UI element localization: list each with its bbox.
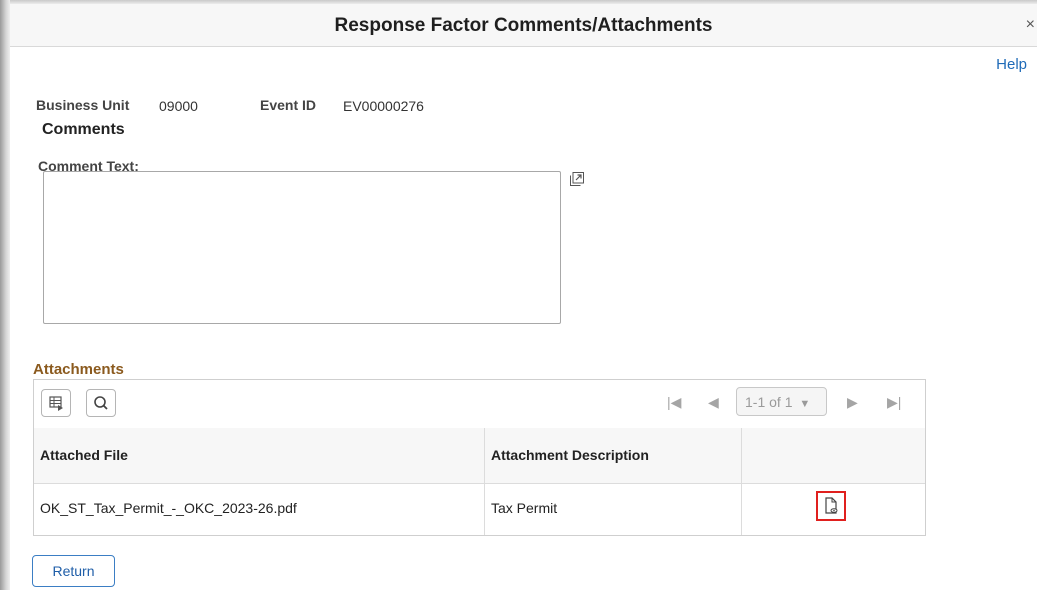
- attachment-description-value: Tax Permit: [491, 500, 558, 516]
- business-unit-value: 09000: [159, 98, 198, 114]
- view-attachment-button[interactable]: [816, 491, 846, 521]
- column-divider: [741, 428, 742, 535]
- first-page-icon[interactable]: |◀: [667, 394, 681, 411]
- modal-header: Response Factor Comments/Attachments ×: [10, 4, 1037, 47]
- table-cell-description: Tax Permit: [485, 484, 741, 535]
- column-header-action: [741, 428, 925, 484]
- business-unit-label: Business Unit: [36, 97, 130, 113]
- prev-page-icon[interactable]: ◀: [708, 394, 719, 411]
- event-id-label: Event ID: [260, 97, 317, 113]
- page-range-select[interactable]: 1-1 of 1 ▼: [736, 387, 827, 416]
- table-row: OK_ST_Tax_Permit_-_OKC_2023-26.pdf: [34, 484, 485, 535]
- attachments-section-title: Attachments: [33, 361, 124, 378]
- next-page-icon[interactable]: ▶: [847, 394, 858, 411]
- close-button[interactable]: ×: [1026, 16, 1035, 34]
- chevron-down-icon: ▼: [799, 398, 811, 410]
- expand-textarea-icon[interactable]: [570, 172, 584, 186]
- return-button[interactable]: Return: [32, 555, 115, 587]
- modal-title: Response Factor Comments/Attachments: [334, 15, 713, 36]
- find-in-grid-button[interactable]: [86, 389, 116, 417]
- comment-text-input[interactable]: [43, 171, 561, 324]
- view-attachment-icon: [825, 497, 838, 514]
- help-link[interactable]: Help: [996, 56, 1027, 73]
- attachments-grid: |◀ ◀ 1-1 of 1 ▼ ▶ ▶| Attached File Attac…: [33, 379, 926, 536]
- personalize-grid-button[interactable]: [41, 389, 71, 417]
- attached-file-name: OK_ST_Tax_Permit_-_OKC_2023-26.pdf: [40, 500, 297, 516]
- event-id-value: EV00000276: [343, 98, 424, 114]
- column-header-attachment-description[interactable]: Attachment Description: [485, 428, 741, 484]
- comments-section-title: Comments: [42, 121, 125, 138]
- search-icon: [94, 396, 108, 410]
- last-page-icon[interactable]: ▶|: [887, 394, 901, 411]
- grid-settings-icon: [49, 396, 63, 411]
- page-range-label: 1-1 of 1: [745, 394, 793, 410]
- grid-toolbar: |◀ ◀ 1-1 of 1 ▼ ▶ ▶|: [34, 380, 925, 429]
- window-frame-left: [0, 0, 10, 590]
- column-header-attached-file[interactable]: Attached File: [34, 428, 485, 484]
